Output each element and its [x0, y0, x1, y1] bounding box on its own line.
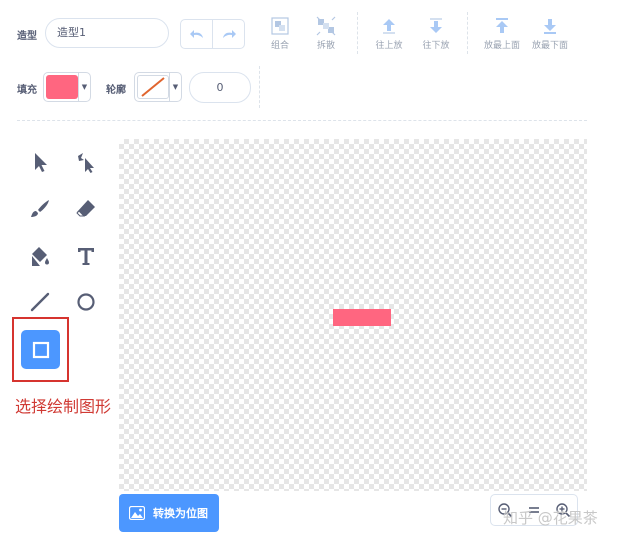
brush-icon [31, 200, 49, 217]
undo-button[interactable] [181, 20, 213, 48]
forward-label: 往上放 [375, 41, 403, 51]
reshape-icon [78, 153, 94, 173]
drawn-rectangle[interactable] [333, 309, 391, 326]
send-to-back-button[interactable]: 放最下面 [527, 12, 573, 58]
undo-icon [189, 30, 203, 38]
redo-icon [223, 30, 236, 38]
bring-to-front-label: 放最上面 [483, 41, 520, 51]
group-button[interactable]: 组合 [257, 12, 303, 58]
group-icon [271, 17, 289, 35]
toolbar-bottom-divider [17, 120, 587, 121]
dropdown-caret-icon: ▼ [78, 73, 90, 101]
send-to-back-icon [544, 19, 556, 34]
undo-redo-group [180, 19, 245, 49]
fill-color-picker[interactable]: ▼ [43, 72, 91, 102]
forward-button[interactable]: 往上放 [366, 12, 412, 58]
select-tool[interactable] [21, 143, 59, 181]
annotation-highlight-box [12, 317, 69, 382]
line-icon [30, 292, 50, 312]
fill-tool[interactable] [21, 237, 59, 275]
paint-canvas[interactable] [119, 139, 587, 491]
costume-name-input[interactable]: 造型1 [45, 18, 169, 48]
outline-width-input[interactable]: 0 [189, 72, 251, 103]
circle-tool[interactable] [67, 283, 105, 321]
send-to-back-label: 放最下面 [531, 41, 568, 51]
outline-swatch [137, 75, 169, 99]
group-label: 组合 [270, 41, 289, 51]
arrow-up-icon [383, 19, 395, 34]
fill-swatch [46, 75, 78, 99]
outline-color-picker[interactable]: ▼ [134, 72, 182, 102]
bring-to-front-icon [496, 18, 508, 33]
watermark-text: 知乎 @花果茶 [503, 509, 598, 527]
convert-to-bitmap-button[interactable]: 转换为位图 [119, 494, 219, 532]
bring-to-front-button[interactable]: 放最上面 [479, 12, 525, 58]
fill-icon [32, 247, 49, 266]
backward-label: 往下放 [422, 41, 450, 51]
annotation-text: 选择绘制图形 [15, 397, 112, 416]
costume-label: 造型 [17, 31, 37, 42]
arrow-down-icon [430, 18, 442, 33]
fill-label: 填充 [17, 85, 37, 96]
text-icon [78, 248, 94, 265]
circle-icon [77, 293, 95, 311]
line-tool[interactable] [21, 283, 59, 321]
image-icon [129, 506, 145, 520]
redo-button[interactable] [213, 20, 245, 48]
toolbar-divider [357, 12, 358, 54]
toolbar-divider [467, 12, 468, 54]
toolbar-divider [259, 66, 260, 108]
eraser-icon [76, 200, 95, 217]
ungroup-button[interactable]: 拆散 [303, 12, 349, 58]
outline-label: 轮廓 [106, 85, 126, 96]
ungroup-icon [316, 16, 336, 36]
backward-button[interactable]: 往下放 [413, 12, 459, 58]
dropdown-caret-icon: ▼ [169, 73, 181, 101]
reshape-tool[interactable] [67, 143, 105, 181]
ungroup-label: 拆散 [316, 41, 335, 51]
eraser-tool[interactable] [67, 190, 105, 228]
brush-tool[interactable] [21, 190, 59, 228]
convert-to-bitmap-label: 转换为位图 [153, 507, 208, 520]
no-color-icon [141, 77, 165, 97]
select-icon [35, 153, 47, 172]
text-tool[interactable] [67, 237, 105, 275]
